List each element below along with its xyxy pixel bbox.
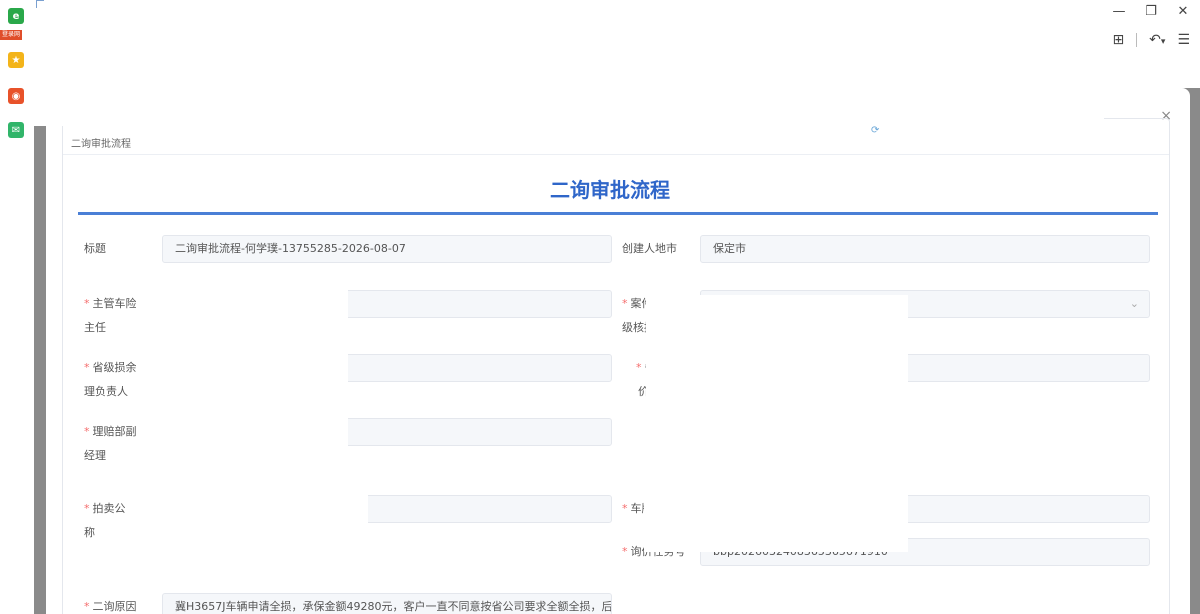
title-field[interactable]: 二询审批流程-何学璞-13755285-2026-08-07 xyxy=(162,235,612,263)
occlusion-block xyxy=(646,295,908,415)
favorites-icon[interactable]: ★ xyxy=(8,52,24,68)
maximize-button[interactable]: ❐ xyxy=(1144,4,1158,19)
window-controls: — ❐ ✕ xyxy=(1112,4,1190,19)
city-field[interactable]: 保定市 xyxy=(700,235,1150,263)
grid-icon[interactable]: ⊞ xyxy=(1112,32,1124,48)
browser-toolbar: ⊞ ↶▾ ☰ xyxy=(1112,32,1190,48)
occlusion-block xyxy=(644,416,908,552)
reason-field[interactable]: 冀H3657J车辆申请全损，承保金额49280元，客户一直不同意按省公司要求全额… xyxy=(162,593,612,614)
browser-icon[interactable]: e xyxy=(8,8,24,24)
claims-manager-label-line2: 经理 xyxy=(84,449,106,462)
city-label: 创建人地市 xyxy=(622,242,677,255)
loading-icon: ⟳ xyxy=(871,125,880,136)
form-title: 二询审批流程 xyxy=(550,178,670,202)
mail-icon[interactable]: ✉ xyxy=(8,122,24,138)
occlusion-block xyxy=(136,492,368,532)
toolbar-divider xyxy=(1136,33,1138,47)
blank-overlay xyxy=(34,0,1104,126)
residual-label-line2: 理负责人 xyxy=(84,385,128,398)
undo-icon[interactable]: ↶▾ xyxy=(1149,32,1165,48)
auction-label-line2: 称 xyxy=(84,526,95,539)
panel-header-title: 二询审批流程 xyxy=(71,139,131,150)
occlusion-block xyxy=(136,288,348,388)
app-sidebar: e 登录网 ★ ◉ ✉ xyxy=(0,0,34,614)
title-label: 标题 xyxy=(84,242,106,255)
reason-label: * 二询原因 xyxy=(84,600,137,613)
login-badge[interactable]: 登录网 xyxy=(0,30,22,40)
minimize-button[interactable]: — xyxy=(1112,4,1126,19)
close-window-button[interactable]: ✕ xyxy=(1176,4,1190,19)
title-divider xyxy=(78,212,1158,215)
menu-icon[interactable]: ☰ xyxy=(1177,32,1190,48)
approval-dialog: × 二询审批流程 ⟳ 二询审批流程 标题 二询审批流程-何学璞-13755285… xyxy=(46,88,1190,614)
resize-corner-icon xyxy=(36,0,44,8)
occlusion-block xyxy=(136,416,348,456)
chevron-down-icon: ⌄ xyxy=(1129,297,1139,310)
weibo-icon[interactable]: ◉ xyxy=(8,88,24,104)
supervisor-label-line2: 主任 xyxy=(84,321,106,334)
